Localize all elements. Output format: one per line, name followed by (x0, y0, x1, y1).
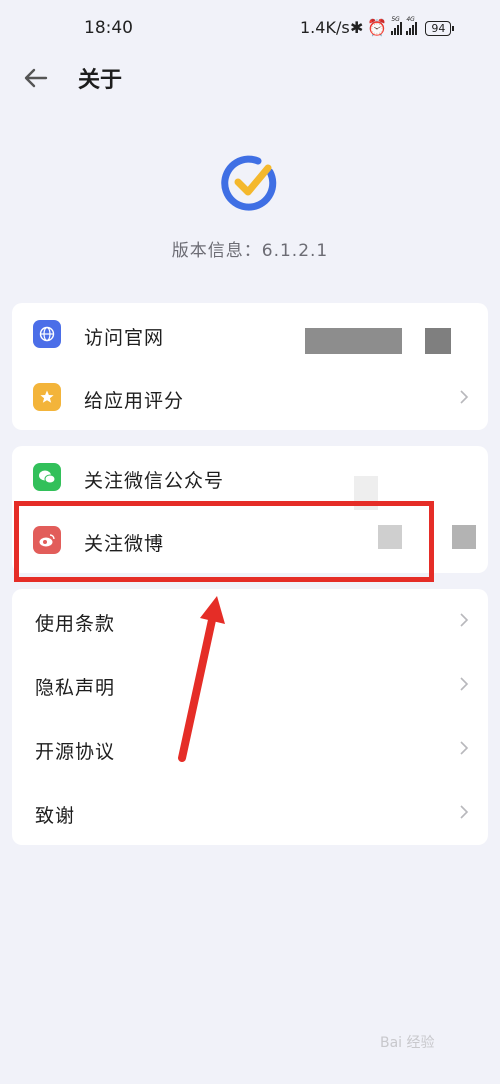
visit-website-item[interactable]: 访问官网 (12, 303, 488, 367)
watermark: Bai 经验 (380, 1035, 435, 1051)
app-bar: 关于 (0, 56, 500, 100)
menu-group-1: 访问官网 给应用评分 (12, 303, 488, 430)
menu-group-3: 使用条款 隐私声明 开源协议 致谢 (12, 589, 488, 845)
acknowledgements-item[interactable]: 致谢 (12, 781, 488, 845)
open-source-license-label: 开源协议 (35, 741, 116, 763)
censor-block (452, 525, 476, 549)
app-logo (218, 150, 282, 214)
annotation-highlight-box (14, 501, 434, 582)
status-bar: 18:40 1.4K/s ✱ ⏰ 5G 4G 94 (0, 0, 500, 56)
rate-app-item[interactable]: 给应用评分 (12, 366, 488, 430)
back-button[interactable] (20, 62, 52, 94)
censor-block (305, 328, 402, 354)
back-arrow-icon (24, 68, 48, 88)
globe-icon (33, 320, 61, 348)
chevron-right-icon (460, 805, 469, 819)
visit-website-label: 访问官网 (84, 327, 165, 349)
annotation-arrow-icon (178, 596, 225, 762)
chevron-right-icon (460, 390, 469, 404)
chevron-right-icon (460, 741, 469, 755)
battery-icon: 94 (425, 20, 455, 36)
bluetooth-icon: ✱ (350, 18, 364, 37)
follow-wechat-label: 关注微信公众号 (84, 470, 225, 492)
censor-block (425, 328, 451, 354)
chevron-right-icon (460, 613, 469, 627)
page-title: 关于 (78, 68, 123, 93)
status-icons: ✱ ⏰ 5G 4G 94 (350, 16, 455, 40)
network-speed: 1.4K/s (300, 18, 350, 37)
terms-of-use-label: 使用条款 (35, 613, 116, 635)
version-info: 版本信息：6.1.2.1 (171, 241, 329, 261)
acknowledgements-label: 致谢 (35, 805, 76, 827)
terms-of-use-item[interactable]: 使用条款 (12, 589, 488, 653)
privacy-statement-item[interactable]: 隐私声明 (12, 653, 488, 717)
privacy-statement-label: 隐私声明 (35, 677, 116, 699)
signal-4g-icon: 4G (406, 16, 418, 35)
open-source-license-item[interactable]: 开源协议 (12, 717, 488, 781)
signal-5g-icon: 5G (391, 16, 403, 35)
wechat-icon (33, 463, 61, 491)
status-time: 18:40 (84, 18, 133, 38)
chevron-right-icon (460, 677, 469, 691)
star-icon (33, 383, 61, 411)
alarm-icon: ⏰ (367, 18, 388, 37)
rate-app-label: 给应用评分 (84, 390, 185, 412)
